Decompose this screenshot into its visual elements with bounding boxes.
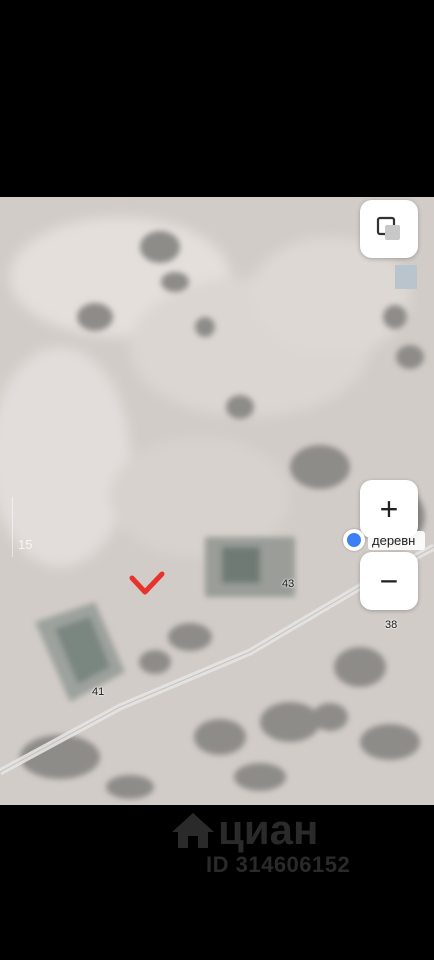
plot-number-label: 43: [282, 578, 295, 590]
cian-watermark: циан ID 314606152: [170, 806, 400, 880]
place-marker[interactable]: деревн: [343, 527, 426, 553]
cian-logo-icon: [172, 813, 214, 848]
zoom-out-button[interactable]: −: [360, 552, 418, 610]
plot-number-label: 41: [92, 686, 105, 698]
location-pin-icon: [343, 529, 365, 551]
satellite-map[interactable]: + − деревн 43 41 38 15: [0, 197, 434, 805]
zoom-in-label: +: [379, 491, 399, 527]
screen: + − деревн 43 41 38 15 циан ID 314606152: [0, 0, 434, 960]
plot-number-label: 38: [385, 619, 398, 631]
zoom-out-label: −: [379, 563, 399, 599]
checkmark-icon: [129, 571, 165, 595]
listing-id: ID 314606152: [206, 852, 351, 877]
layers-icon: [376, 216, 400, 240]
layers-button[interactable]: [360, 200, 418, 258]
watermark-brand: циан: [218, 806, 319, 853]
faint-map-label: 15: [18, 537, 33, 552]
place-name-label: деревн: [368, 530, 426, 550]
